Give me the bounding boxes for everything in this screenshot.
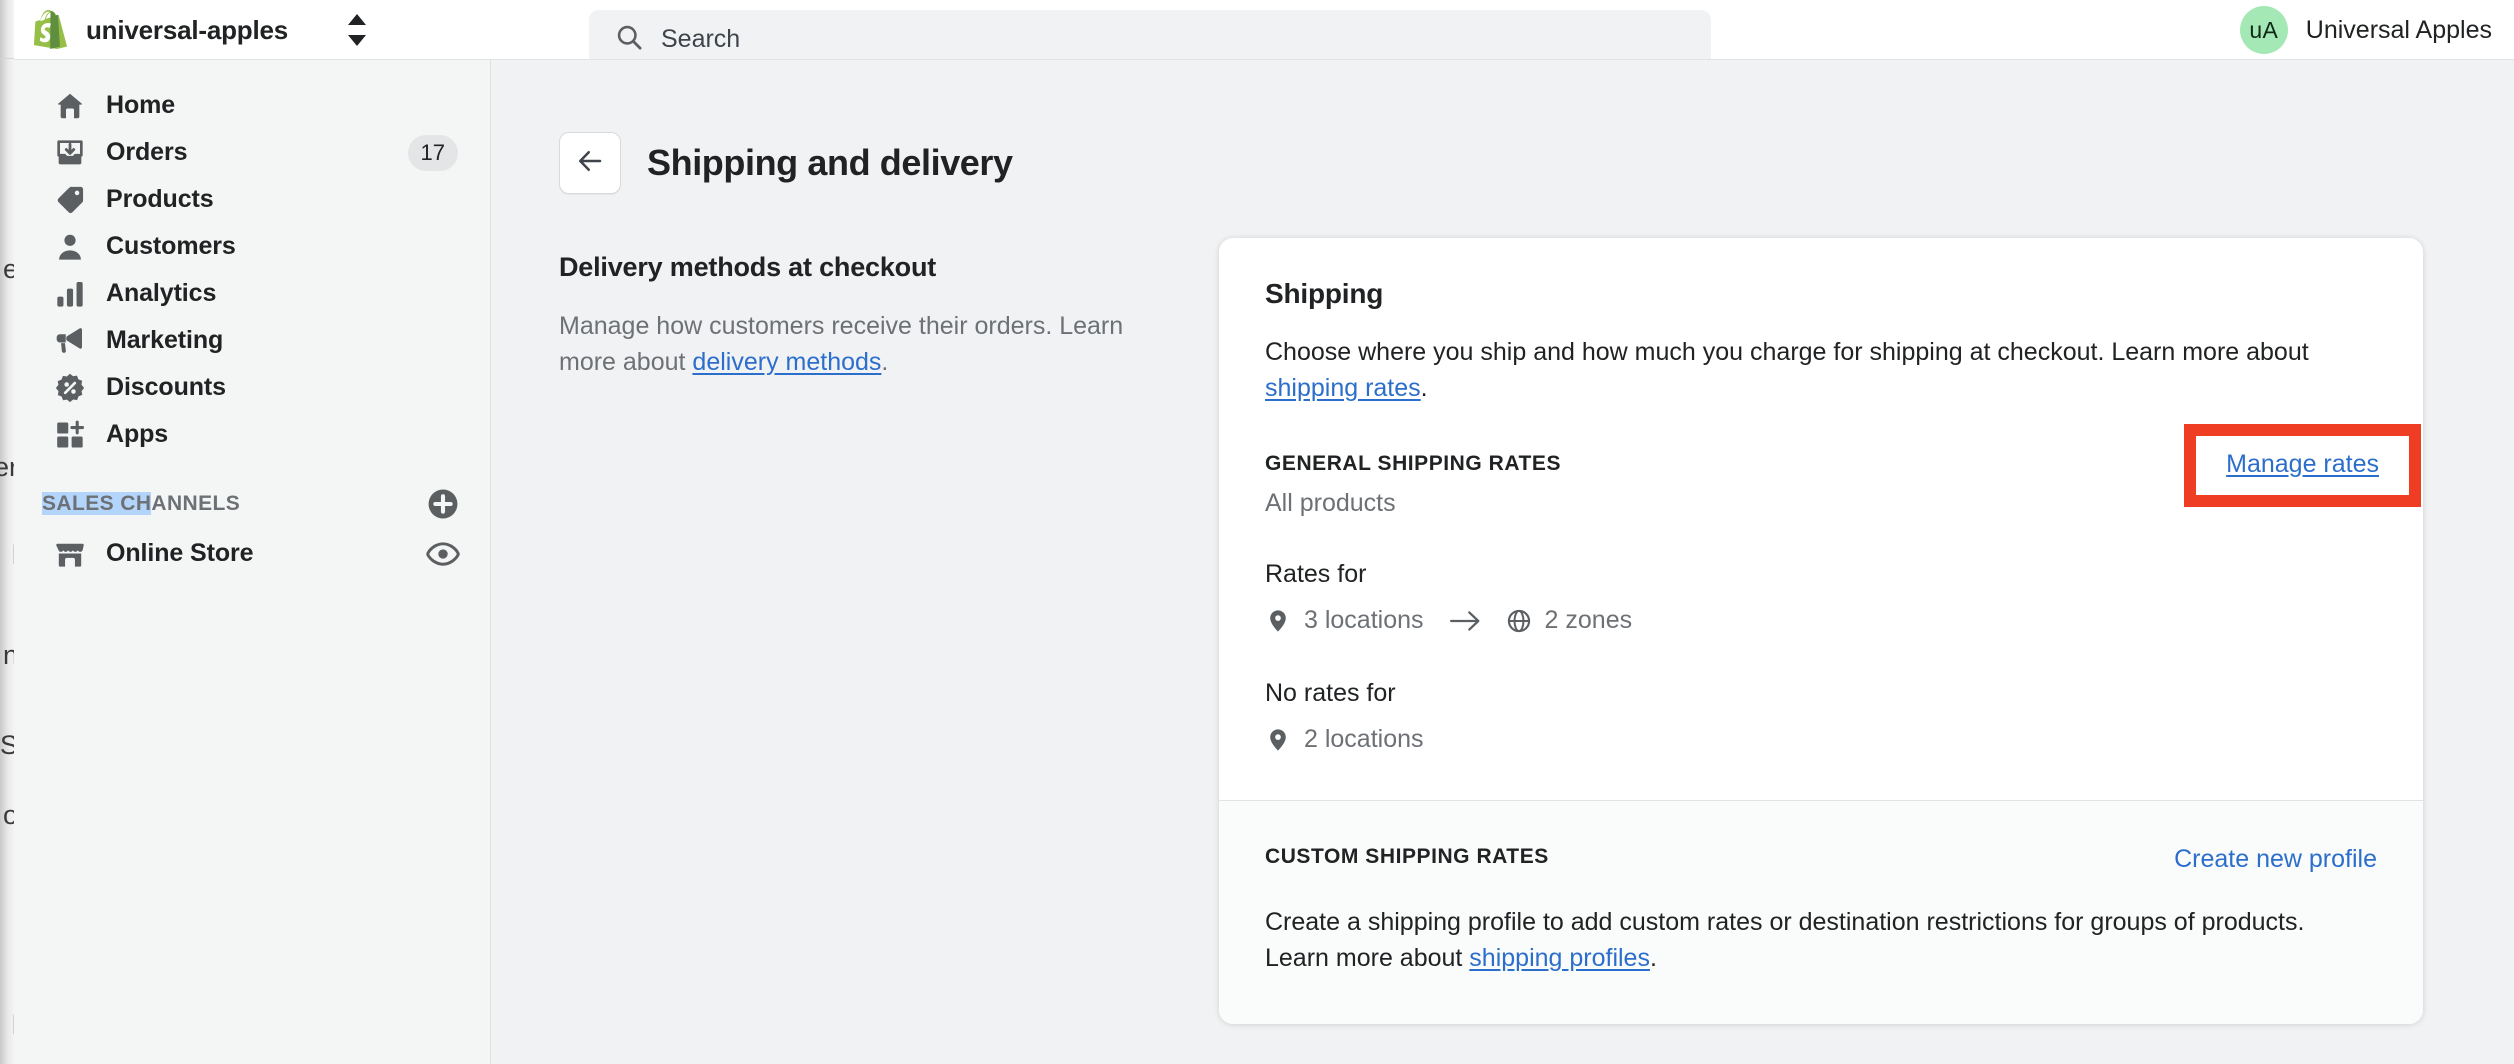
custom-rates-header-row: CUSTOM SHIPPING RATES Create new profile (1265, 845, 2377, 874)
delivery-methods-link[interactable]: delivery methods (692, 348, 881, 376)
delivery-methods-text-after: . (881, 347, 889, 376)
map-pin-icon (1265, 608, 1291, 634)
sidebar-item-analytics[interactable]: Analytics (32, 270, 472, 317)
home-icon (54, 90, 88, 122)
back-button[interactable] (559, 132, 621, 194)
avatar: uA (2239, 6, 2288, 54)
search-icon (615, 23, 643, 56)
sidebar-item-label: Customers (106, 232, 236, 260)
account-name: Universal Apples (2305, 15, 2492, 44)
window-edge-artifact: e er l n S o l (0, 0, 14, 1064)
shipping-heading: Shipping (1265, 278, 1384, 309)
create-new-profile-link[interactable]: Create new profile (2174, 845, 2377, 874)
delivery-methods-heading: Delivery methods at checkout (559, 252, 937, 282)
arrow-left-icon (575, 146, 605, 181)
shipping-description: Choose where you ship and how much you c… (1265, 334, 2377, 406)
general-shipping-rates-eyebrow: GENERAL SHIPPING RATES (1265, 452, 1562, 475)
sidebar-item-products[interactable]: Products (32, 176, 472, 223)
product-tag-icon (54, 184, 88, 216)
sidebar-item-online-store[interactable]: Online Store (32, 530, 472, 577)
sidebar-item-label: Apps (106, 420, 169, 448)
sidebar-item-marketing[interactable]: Marketing (32, 317, 472, 364)
shipping-text-before: Choose where you ship and how much you c… (1265, 338, 2309, 366)
search-placeholder: Search (661, 24, 741, 53)
sales-channels-title-rest: ANNELS (151, 492, 241, 515)
plus-circle-icon[interactable] (426, 487, 460, 521)
arrow-right-icon (1449, 608, 1481, 634)
shipping-text-after: . (1420, 374, 1428, 402)
sidebar-item-discounts[interactable]: Discounts (32, 364, 472, 411)
account-menu[interactable]: uA Universal Apples (2239, 0, 2492, 60)
general-rates-labels: GENERAL SHIPPING RATES All products (1265, 452, 1561, 518)
shopify-bag-logo (34, 10, 70, 50)
rates-locations-zones-row: 3 locations 2 zones (1265, 606, 2377, 635)
custom-rates-text-before: Create a shipping profile to add custom … (1265, 908, 2305, 972)
sidebar-item-apps[interactable]: Apps (32, 411, 472, 458)
storefront-icon (54, 538, 88, 570)
top-bar: universal-apples Search uA Universal App… (14, 0, 2514, 68)
apps-grid-plus-icon (54, 419, 88, 451)
sales-channels-title-selected: SALES CH (42, 492, 152, 515)
rates-for-label: Rates for (1265, 560, 1367, 588)
sidebar-item-label: Products (106, 185, 214, 213)
sidebar-item-home[interactable]: Home (32, 82, 472, 129)
sales-channels-section-header: SALES CHANNELS (32, 482, 472, 526)
shopify-admin-screen: e er l n S o l universal-apples (0, 0, 2514, 1064)
custom-rates-text-after: . (1649, 944, 1657, 972)
delivery-methods-column: Delivery methods at checkout Manage how … (559, 238, 1169, 1024)
customer-person-icon (54, 231, 88, 263)
shipping-card-body: Shipping Choose where you ship and how m… (1219, 238, 2423, 800)
no-rates-locations-count: 2 locations (1304, 725, 1424, 753)
orders-count-badge: 17 (407, 134, 458, 171)
analytics-bars-icon (54, 278, 88, 310)
manage-rates-link[interactable]: Manage rates (2226, 450, 2379, 478)
no-rates-locations-row: 2 locations (1265, 725, 2377, 754)
sidebar-item-label: Discounts (106, 373, 226, 401)
no-rates-for-label: No rates for (1265, 679, 1396, 707)
map-pin-icon (1265, 727, 1291, 753)
general-rates-subtitle: All products (1265, 489, 1396, 517)
delivery-methods-description: Manage how customers receive their order… (559, 309, 1139, 380)
discount-percent-badge-icon (54, 372, 88, 404)
main-content: Shipping and delivery Delivery methods a… (491, 60, 2514, 1064)
content-columns: Delivery methods at checkout Manage how … (491, 238, 2514, 1024)
shipping-profiles-link[interactable]: shipping profiles (1469, 944, 1650, 972)
general-shipping-rates-block: GENERAL SHIPPING RATES All products Mana… (1265, 424, 2421, 754)
custom-shipping-rates-eyebrow: CUSTOM SHIPPING RATES (1265, 845, 1549, 868)
custom-shipping-rates-section: CUSTOM SHIPPING RATES Create new profile… (1219, 801, 2423, 1024)
sidebar-item-customers[interactable]: Customers (32, 223, 472, 270)
sidebar-item-orders[interactable]: Orders 17 (32, 129, 472, 176)
sidebar-item-label: Orders (106, 138, 188, 166)
sidebar-item-label: Home (106, 91, 176, 119)
annotation-highlight-box: Manage rates (2184, 424, 2421, 507)
globe-icon (1506, 608, 1532, 634)
store-switcher[interactable]: universal-apples (34, 0, 368, 60)
custom-rates-description: Create a shipping profile to add custom … (1265, 904, 2345, 976)
chevron-up-down-icon[interactable] (346, 13, 368, 47)
sidebar-item-label: Online Store (106, 539, 254, 567)
sidebar-item-label: Marketing (106, 326, 224, 354)
sidebar-item-label: Analytics (106, 279, 217, 307)
shipping-card: Shipping Choose where you ship and how m… (1219, 238, 2423, 1024)
orders-inbox-icon (54, 137, 88, 169)
shipping-rates-link[interactable]: shipping rates (1265, 374, 1421, 402)
store-name: universal-apples (86, 14, 288, 45)
rates-zones-count: 2 zones (1544, 606, 1633, 634)
eye-icon[interactable] (426, 537, 460, 571)
marketing-megaphone-icon (54, 325, 88, 357)
sales-channels-title: SALES CHANNELS (42, 492, 240, 516)
rates-locations-count: 3 locations (1304, 606, 1424, 634)
page-title: Shipping and delivery (647, 142, 1013, 183)
page-header: Shipping and delivery (559, 132, 2514, 194)
sidebar: Home Orders 17 Products Customers Analyt… (14, 60, 491, 1064)
